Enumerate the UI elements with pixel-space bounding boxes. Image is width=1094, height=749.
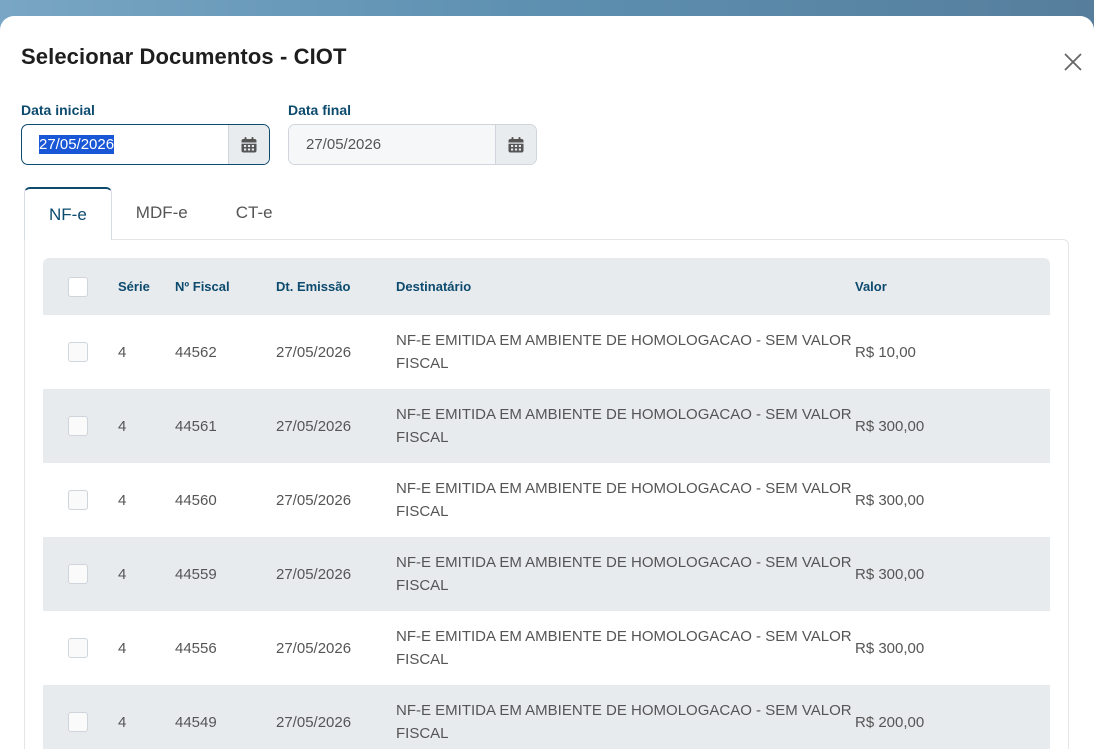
end-date-calendar-button[interactable] <box>495 125 536 164</box>
cell-numero: 44560 <box>175 491 217 509</box>
end-date-label: Data final <box>288 102 352 118</box>
cell-numero: 44562 <box>175 343 217 361</box>
cell-emissao: 27/05/2026 <box>276 491 352 509</box>
end-date-input-group: 27/05/2026 <box>288 124 537 165</box>
row-checkbox[interactable] <box>67 416 88 436</box>
cell-destinatario: NF-E EMITIDA EM AMBIENTE DE HOMOLOGACAO … <box>396 628 852 668</box>
start-date-input-group: 27/05/2026 <box>21 124 270 165</box>
cell-valor: R$ 300,00 <box>855 491 925 509</box>
header-numero[interactable]: Nº Fiscal <box>175 279 276 294</box>
row-checkbox[interactable] <box>67 712 88 732</box>
cell-serie: 4 <box>118 713 127 731</box>
table-row[interactable]: 4 44560 27/05/2026 NF-E EMITIDA EM AMBIE… <box>43 463 1050 537</box>
cell-destinatario: NF-E EMITIDA EM AMBIENTE DE HOMOLOGACAO … <box>396 480 852 520</box>
cell-emissao: 27/05/2026 <box>276 417 352 435</box>
cell-serie: 4 <box>118 417 127 435</box>
cell-serie: 4 <box>118 343 127 361</box>
document-type-tabs: NF-e MDF-e CT-e <box>24 187 297 240</box>
row-checkbox[interactable] <box>67 490 88 510</box>
row-checkbox[interactable] <box>67 564 88 584</box>
modal-title: Selecionar Documentos - CIOT <box>21 44 347 69</box>
cell-destinatario: NF-E EMITIDA EM AMBIENTE DE HOMOLOGACAO … <box>396 702 852 742</box>
cell-valor: R$ 200,00 <box>855 713 925 731</box>
header-destinatario[interactable]: Destinatário <box>396 275 855 298</box>
cell-destinatario: NF-E EMITIDA EM AMBIENTE DE HOMOLOGACAO … <box>396 554 852 594</box>
header-valor[interactable]: Valor <box>855 279 1050 294</box>
cell-numero: 44561 <box>175 417 217 435</box>
tab-cte[interactable]: CT-e <box>212 187 297 239</box>
calendar-icon <box>508 136 524 152</box>
calendar-icon <box>241 136 257 152</box>
end-date-value: 27/05/2026 <box>306 136 382 153</box>
row-checkbox[interactable] <box>67 638 88 658</box>
cell-numero: 44559 <box>175 565 217 583</box>
cell-destinatario: NF-E EMITIDA EM AMBIENTE DE HOMOLOGACAO … <box>396 406 852 446</box>
end-date-input[interactable]: 27/05/2026 <box>289 125 495 164</box>
table-row[interactable]: 4 44561 27/05/2026 NF-E EMITIDA EM AMBIE… <box>43 389 1050 463</box>
cell-destinatario: NF-E EMITIDA EM AMBIENTE DE HOMOLOGACAO … <box>396 332 852 372</box>
table-row[interactable]: 4 44559 27/05/2026 NF-E EMITIDA EM AMBIE… <box>43 537 1050 611</box>
tab-mdfe[interactable]: MDF-e <box>112 187 212 239</box>
cell-valor: R$ 300,00 <box>855 565 925 583</box>
cell-emissao: 27/05/2026 <box>276 713 352 731</box>
close-button[interactable] <box>1061 50 1085 74</box>
start-date-value: 27/05/2026 <box>39 135 115 154</box>
cell-serie: 4 <box>118 639 127 657</box>
cell-serie: 4 <box>118 491 127 509</box>
table-header: Série Nº Fiscal Dt. Emissão Destinatário… <box>43 258 1050 315</box>
close-icon <box>1064 53 1082 71</box>
table-row[interactable]: 4 44562 27/05/2026 NF-E EMITIDA EM AMBIE… <box>43 315 1050 389</box>
start-date-label: Data inicial <box>21 102 95 118</box>
header-emissao[interactable]: Dt. Emissão <box>276 279 396 294</box>
start-date-field: Data inicial 27/05/2026 <box>21 102 270 165</box>
cell-emissao: 27/05/2026 <box>276 565 352 583</box>
cell-numero: 44549 <box>175 713 217 731</box>
cell-serie: 4 <box>118 565 127 583</box>
table-row[interactable]: 4 44556 27/05/2026 NF-E EMITIDA EM AMBIE… <box>43 611 1050 685</box>
cell-emissao: 27/05/2026 <box>276 343 352 361</box>
select-all-checkbox[interactable] <box>67 276 88 297</box>
cell-numero: 44556 <box>175 639 217 657</box>
tab-nfe[interactable]: NF-e <box>24 187 112 240</box>
table-row[interactable]: 4 44549 27/05/2026 NF-E EMITIDA EM AMBIE… <box>43 685 1050 749</box>
cell-emissao: 27/05/2026 <box>276 639 352 657</box>
cell-valor: R$ 300,00 <box>855 639 925 657</box>
start-date-input[interactable]: 27/05/2026 <box>22 125 228 164</box>
cell-valor: R$ 10,00 <box>855 343 916 361</box>
start-date-calendar-button[interactable] <box>228 125 269 164</box>
cell-valor: R$ 300,00 <box>855 417 925 435</box>
header-serie[interactable]: Série <box>107 279 175 294</box>
row-checkbox[interactable] <box>67 342 88 362</box>
end-date-field: Data final 27/05/2026 <box>288 102 537 165</box>
documents-table: Série Nº Fiscal Dt. Emissão Destinatário… <box>43 258 1050 749</box>
